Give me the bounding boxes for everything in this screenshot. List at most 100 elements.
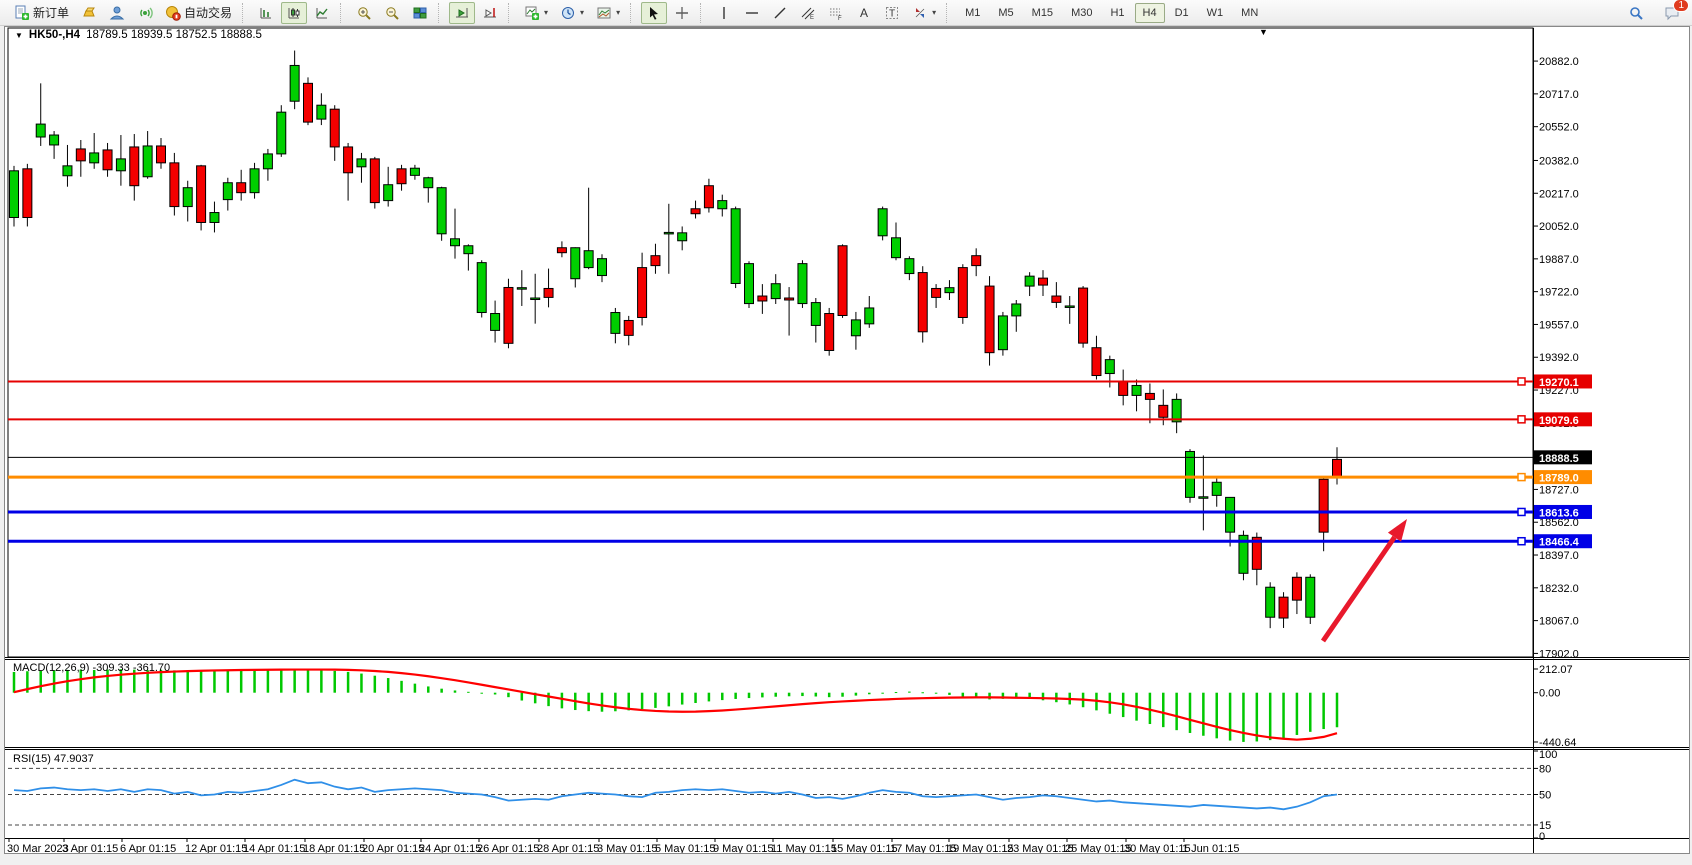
candlestick <box>1306 577 1315 617</box>
candlestick <box>1119 381 1128 395</box>
candlestick <box>344 147 353 173</box>
toolbar-button-text-a[interactable]: A <box>851 2 877 24</box>
candlestick <box>691 209 700 214</box>
toolbar-separator <box>340 3 346 23</box>
chart-window[interactable]: ▼ HK50-,H4 18789.5 18939.5 18752.5 18888… <box>4 26 1690 854</box>
toolbar-button-bar-chart[interactable] <box>253 2 279 24</box>
timeframe-toolbar: M1M5M15M30H1H4D1W1MN <box>954 0 1269 25</box>
toolbar-button-auto-scroll[interactable] <box>449 2 475 24</box>
timeframe-button-d1[interactable]: D1 <box>1167 3 1197 23</box>
toolbar-button-chat[interactable]: 1 <box>1659 2 1685 24</box>
toolbar-button-expert-advisor[interactable] <box>104 2 130 24</box>
chart-title: ▼ HK50-,H4 18789.5 18939.5 18752.5 18888… <box>15 29 262 41</box>
timeframe-button-h1[interactable]: H1 <box>1102 3 1132 23</box>
candlestick <box>1226 497 1235 532</box>
new-order-icon <box>14 5 30 21</box>
macd-histogram-bar <box>908 692 911 693</box>
toolbar-button-channel[interactable]: E <box>795 2 821 24</box>
timeframe-button-w1[interactable]: W1 <box>1199 3 1232 23</box>
hline-handle[interactable] <box>1518 378 1525 385</box>
candlestick <box>23 169 32 218</box>
toolbar-button-label-t[interactable]: T <box>879 2 905 24</box>
macd-histogram-bar <box>962 693 965 697</box>
price-axis-label: 19887.0 <box>1539 254 1579 266</box>
toolbar-button-gold-bar[interactable] <box>76 2 102 24</box>
hline-handle[interactable] <box>1518 474 1525 481</box>
toolbar-button-line-chart[interactable] <box>309 2 335 24</box>
toolbar-separator <box>438 3 444 23</box>
toolbar-button-trendline[interactable] <box>767 2 793 24</box>
candlestick <box>945 288 954 293</box>
toolbar-button-candle-chart[interactable] <box>281 2 307 24</box>
time-axis-label: 25 May 01:15 <box>1065 843 1132 853</box>
chart-canvas[interactable]: 20882.020717.020552.020382.020217.020052… <box>5 27 1689 853</box>
candlestick <box>263 154 272 169</box>
dropdown-arrow-icon[interactable]: ▾ <box>580 8 584 17</box>
toolbar-button-fibo[interactable]: F <box>823 2 849 24</box>
macd-histogram-bar <box>601 693 604 712</box>
macd-histogram-bar <box>347 672 350 693</box>
macd-histogram-bar <box>1269 693 1272 740</box>
candlestick <box>290 65 299 101</box>
candlestick <box>50 135 59 145</box>
timeframe-button-h4[interactable]: H4 <box>1135 3 1165 23</box>
price-badge-label: 18466.4 <box>1539 537 1580 549</box>
toolbar-button-cursor[interactable] <box>641 2 667 24</box>
toolbar-button-zoom-out[interactable] <box>379 2 405 24</box>
price-axis-label: 20552.0 <box>1539 122 1579 134</box>
macd-histogram-bar <box>614 693 617 712</box>
rsi-axis-label: 100 <box>1539 749 1557 761</box>
time-axis-label: 30 Mar 2023 <box>7 843 69 853</box>
toolbar-separator <box>630 3 636 23</box>
toolbar-button-autotrade[interactable]: 自动交易 <box>160 1 237 24</box>
toolbar-button-vline[interactable] <box>711 2 737 24</box>
rsi-axis-label: 80 <box>1539 763 1551 775</box>
macd-histogram-bar <box>200 670 203 692</box>
rsi-indicator-label: RSI(15) 47.9037 <box>13 753 94 765</box>
macd-histogram-bar <box>480 693 483 694</box>
time-axis-label: 15 May 01:15 <box>831 843 898 853</box>
timeframe-button-m5[interactable]: M5 <box>990 3 1021 23</box>
toolbar-button-hline[interactable] <box>739 2 765 24</box>
candlestick <box>651 256 660 266</box>
time-axis-label: 23 May 01:15 <box>1007 843 1074 853</box>
candlestick <box>330 109 339 147</box>
toolbar-button-tile-windows[interactable] <box>407 2 433 24</box>
toolbar-button-search[interactable] <box>1623 2 1649 24</box>
macd-histogram-bar <box>868 693 871 695</box>
candlestick <box>491 314 500 331</box>
macd-histogram-bar <box>173 670 176 692</box>
macd-histogram-bar <box>374 676 377 693</box>
candlestick <box>1132 385 1141 395</box>
toolbar-button-chart-shift[interactable] <box>477 2 503 24</box>
toolbar-button-crosshair[interactable] <box>669 2 695 24</box>
hline-handle[interactable] <box>1518 416 1525 423</box>
dropdown-arrow-icon[interactable]: ▾ <box>616 8 620 17</box>
time-axis-label: 9 May 01:15 <box>713 843 774 853</box>
toolbar-button-new-order[interactable]: 新订单 <box>9 1 74 24</box>
chart-title-dropdown-icon[interactable]: ▼ <box>15 31 23 40</box>
toolbar-button-period[interactable]: ▾ <box>555 2 589 24</box>
timeframe-button-m1[interactable]: M1 <box>957 3 988 23</box>
timeframe-button-mn[interactable]: MN <box>1233 3 1266 23</box>
candlestick <box>357 159 366 167</box>
price-badge-label: 18888.5 <box>1539 453 1579 465</box>
candlestick <box>838 246 847 316</box>
toolbar-button-signal[interactable] <box>132 2 158 24</box>
timeframe-button-m15[interactable]: M15 <box>1024 3 1061 23</box>
candlestick <box>1199 497 1208 499</box>
timeframe-button-m30[interactable]: M30 <box>1063 3 1100 23</box>
hline-handle[interactable] <box>1518 538 1525 545</box>
candlestick <box>1279 597 1288 618</box>
chart-expert-arrow-icon[interactable]: ▼ <box>1259 27 1268 37</box>
toolbar-button-zoom-in[interactable] <box>351 2 377 24</box>
toolbar-button-arrows[interactable]: ▾ <box>907 2 941 24</box>
macd-histogram-bar <box>39 671 42 693</box>
dropdown-arrow-icon[interactable]: ▾ <box>544 8 548 17</box>
hline-handle[interactable] <box>1518 508 1525 515</box>
candlestick <box>384 185 393 201</box>
toolbar-button-profiles[interactable]: ▾ <box>591 2 625 24</box>
dropdown-arrow-icon[interactable]: ▾ <box>932 8 936 17</box>
toolbar-button-new-chart[interactable]: ▾ <box>519 2 553 24</box>
price-axis-label: 18067.0 <box>1539 616 1579 628</box>
